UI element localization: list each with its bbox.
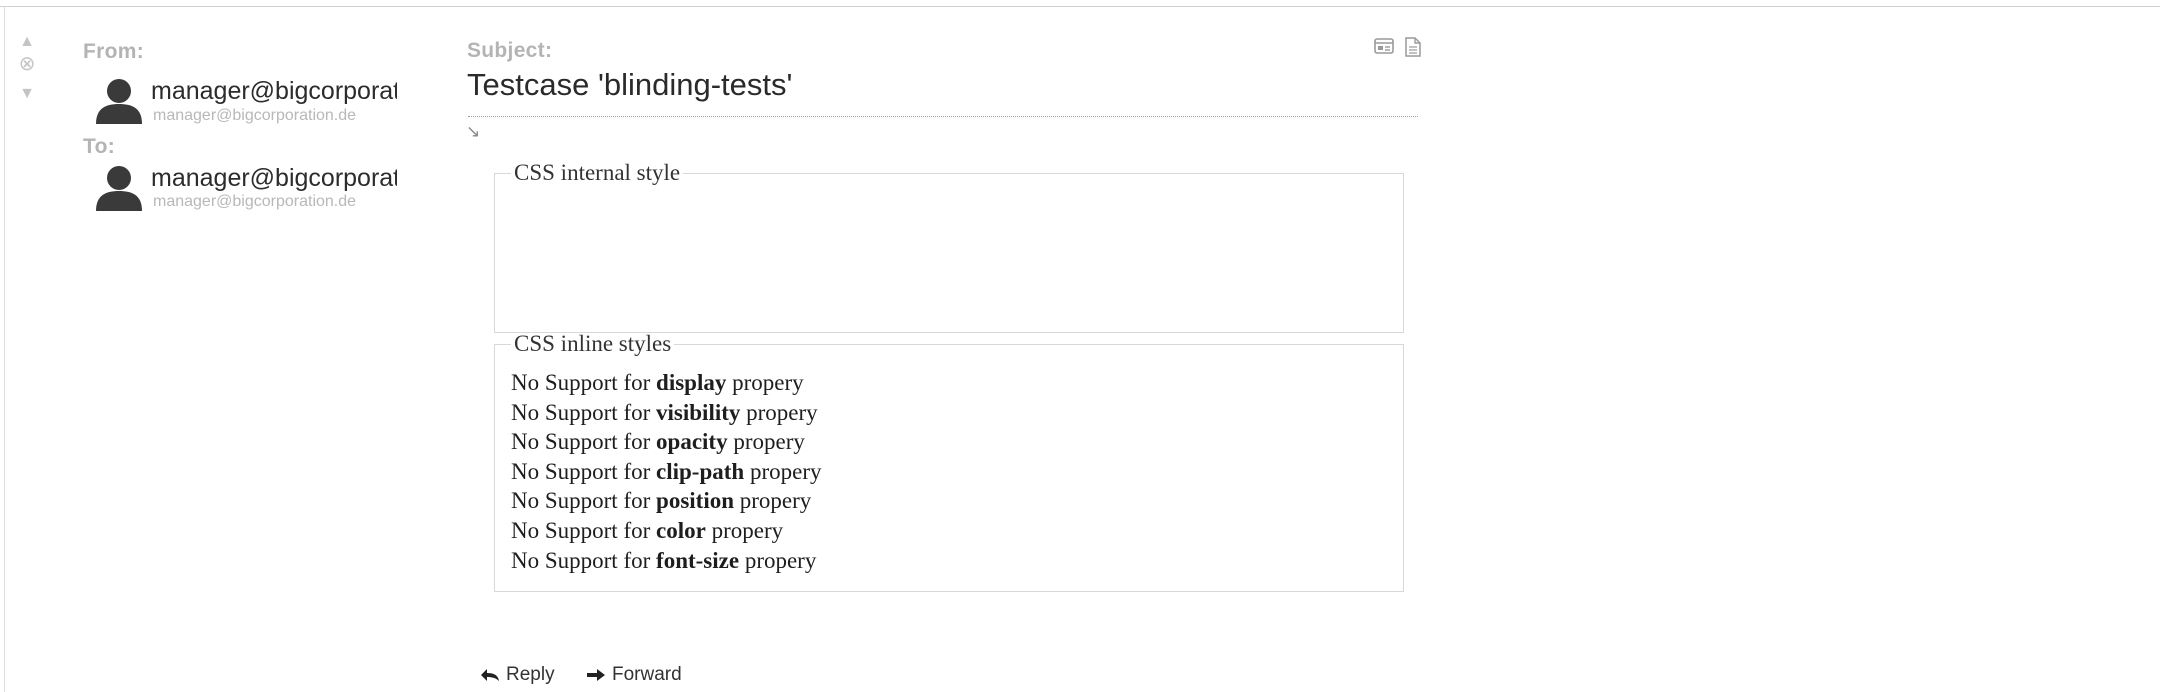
sender-name[interactable]: manager@bigcorporation.de (151, 77, 397, 106)
inline-style-line: No Support for color propery (511, 517, 784, 543)
raw-source-icon[interactable] (1404, 37, 1422, 57)
subject-text: Testcase 'blinding-tests' (467, 67, 793, 102)
from-label: From: (83, 40, 144, 63)
next-message-arrow-icon[interactable]: ▼ (16, 86, 38, 102)
reply-button[interactable]: Reply (480, 664, 555, 686)
inline-style-line: No Support for opacity propery (511, 429, 805, 455)
expand-arrow-icon[interactable]: ↘ (466, 122, 480, 142)
top-divider (0, 6, 2160, 7)
to-label: To: (83, 135, 115, 158)
recipient-email: manager@bigcorporation.de (153, 193, 357, 210)
forward-label: Forward (612, 664, 682, 685)
reply-all-icon (481, 669, 499, 681)
reply-label: Reply (506, 664, 555, 685)
inline-styles-legend: CSS inline styles (514, 331, 672, 356)
message-view: ▲ ⊗ ▼ From: manager@bigcorporation.de ma… (0, 0, 2160, 692)
left-divider (4, 7, 5, 692)
inline-styles-list: No Support for display propery No Suppor… (511, 368, 822, 575)
sender-avatar-icon (96, 79, 142, 124)
recipient-name[interactable]: manager@bigcorporation.de (151, 164, 397, 193)
forward-button[interactable]: Forward (586, 664, 682, 686)
inline-style-line: No Support for position propery (511, 488, 812, 514)
header-separator (468, 116, 1418, 117)
forward-arrow-icon (587, 669, 605, 681)
recipient-avatar-icon (96, 166, 142, 211)
sender-email: manager@bigcorporation.de (153, 107, 357, 124)
inline-style-line: No Support for display propery (511, 370, 804, 395)
inline-style-line: No Support for font-size propery (511, 547, 817, 573)
subject-label: Subject: (467, 39, 553, 62)
internal-style-fieldset: CSS internal style (494, 160, 1404, 333)
inline-style-line: No Support for visibility propery (511, 399, 818, 425)
previous-message-arrow-icon[interactable]: ▲ (16, 34, 38, 50)
internal-style-legend: CSS internal style (514, 160, 681, 185)
headers-icon[interactable] (1374, 37, 1394, 55)
close-message-icon[interactable]: ⊗ (16, 54, 38, 74)
inline-style-line: No Support for clip-path propery (511, 458, 822, 484)
